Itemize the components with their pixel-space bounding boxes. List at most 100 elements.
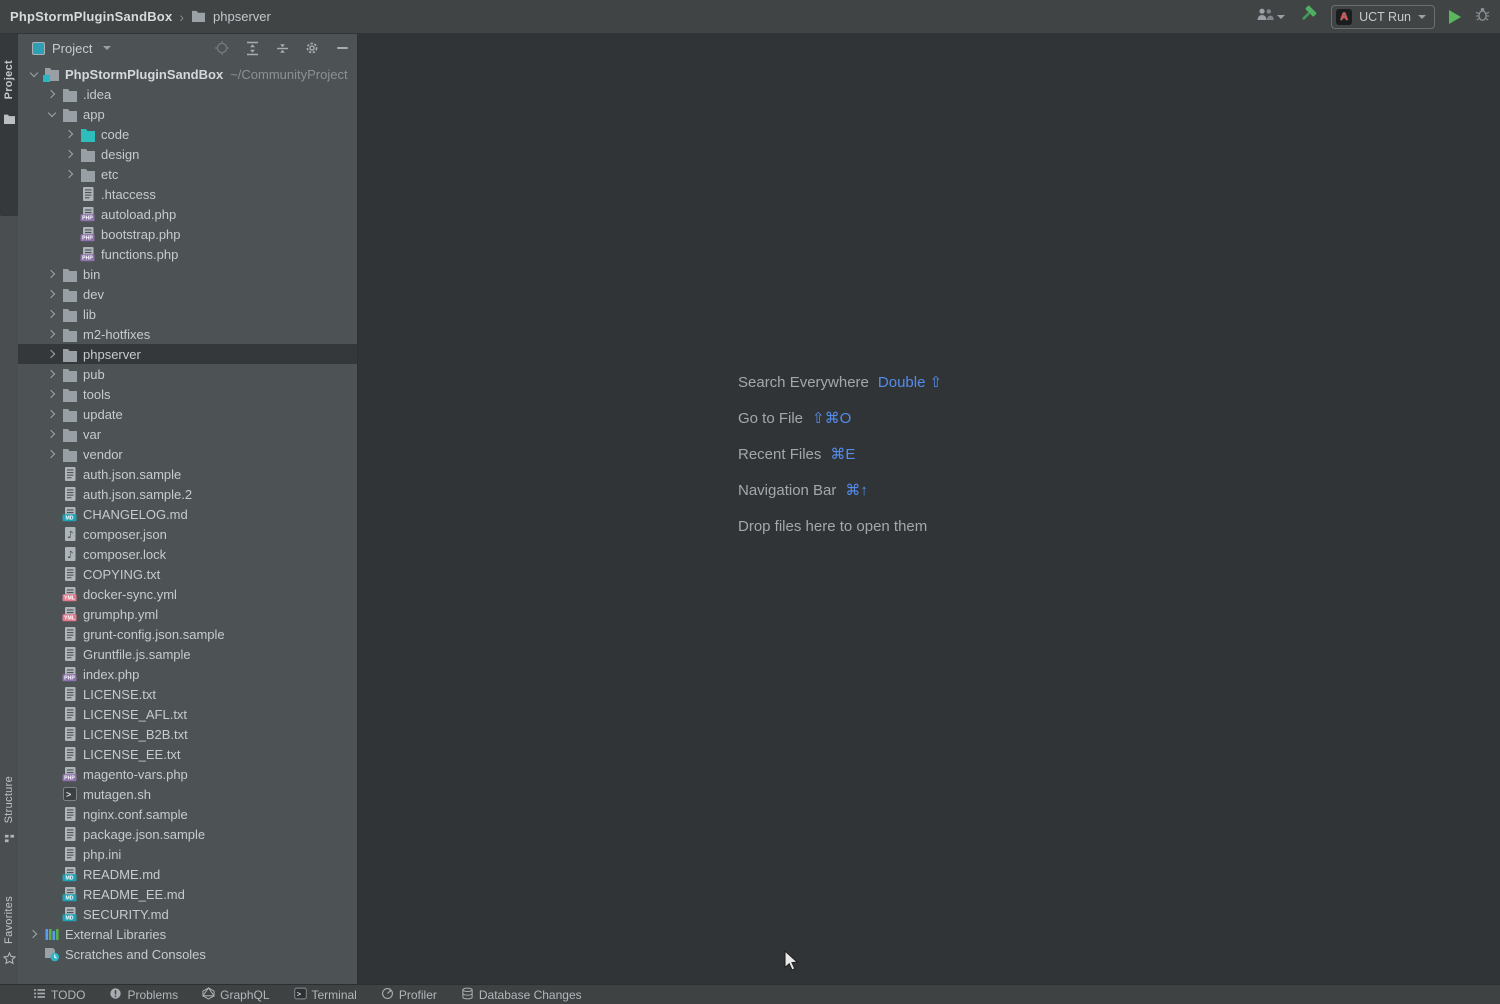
tree-item-phpserver[interactable]: phpserver <box>18 344 357 364</box>
status-bar: TODO Problems GraphQL >Terminal Profiler Data… <box>0 984 1500 1004</box>
folder-icon <box>191 9 206 25</box>
statusbar-item-todo[interactable]: TODO <box>33 985 85 1004</box>
hide-panel-button[interactable] <box>333 39 351 57</box>
build-button[interactable] <box>1299 5 1317 28</box>
statusbar-item-label: GraphQL <box>220 988 269 1002</box>
tree-item-var[interactable]: var <box>18 424 357 444</box>
tree-item-auth-json-sample-2[interactable]: auth.json.sample.2 <box>18 484 357 504</box>
tree-chevron-icon[interactable] <box>43 391 61 397</box>
structure-tab-label: Structure <box>3 776 15 823</box>
tree-item-scratches-and-consoles[interactable]: Scratches and Consoles <box>18 944 357 964</box>
tree-item-auth-json-sample[interactable]: auth.json.sample <box>18 464 357 484</box>
tree-item-phpstormpluginsandbox[interactable]: PhpStormPluginSandBox~/CommunityProject <box>18 64 357 84</box>
statusbar-item-terminal[interactable]: >Terminal <box>294 985 357 1004</box>
tree-chevron-icon[interactable] <box>61 131 79 137</box>
tree-item-design[interactable]: design <box>18 144 357 164</box>
tree-item-tools[interactable]: tools <box>18 384 357 404</box>
tree-chevron-icon[interactable] <box>43 291 61 297</box>
settings-gear-icon[interactable] <box>303 39 321 57</box>
breadcrumb-project-name[interactable]: PhpStormPluginSandBox <box>10 9 172 24</box>
tree-item-autoload-php[interactable]: PHPautoload.php <box>18 204 357 224</box>
tree-chevron-icon[interactable] <box>43 371 61 377</box>
tree-chevron-icon[interactable] <box>61 151 79 157</box>
run-button[interactable] <box>1449 10 1461 24</box>
tree-item-composer-lock[interactable]: ♪composer.lock <box>18 544 357 564</box>
tree-item-license-ee-txt[interactable]: LICENSE_EE.txt <box>18 744 357 764</box>
tree-item-dev[interactable]: dev <box>18 284 357 304</box>
tree-chevron-icon[interactable] <box>25 72 43 76</box>
svg-text:MD: MD <box>65 896 73 902</box>
file-composer-icon: ♪ <box>61 526 78 542</box>
editor-area[interactable]: Search EverywhereDouble ⇧Go to File⇧⌘ORe… <box>358 34 1500 984</box>
tool-window-tab-favorites[interactable]: Favorites <box>0 896 18 970</box>
statusbar-item-database-changes[interactable]: Database Changes <box>461 985 582 1004</box>
tree-item-security-md[interactable]: MDSECURITY.md <box>18 904 357 924</box>
tool-window-tab-project[interactable]: Project <box>0 34 18 216</box>
tree-item-app[interactable]: app <box>18 104 357 124</box>
tree-item-etc[interactable]: etc <box>18 164 357 184</box>
tree-item-changelog-md[interactable]: MDCHANGELOG.md <box>18 504 357 524</box>
code-with-me-button[interactable] <box>1256 7 1285 27</box>
project-view-selector[interactable]: Project <box>52 41 92 56</box>
tree-item-license-txt[interactable]: LICENSE.txt <box>18 684 357 704</box>
tree-chevron-icon[interactable] <box>43 311 61 317</box>
statusbar-item-graphql[interactable]: GraphQL <box>202 985 269 1004</box>
tree-item-label: magento-vars.php <box>83 767 188 782</box>
tree-item-external-libraries[interactable]: External Libraries <box>18 924 357 944</box>
tree-item-update[interactable]: update <box>18 404 357 424</box>
tree-item-license-b2b-txt[interactable]: LICENSE_B2B.txt <box>18 724 357 744</box>
tree-item-index-php[interactable]: PHPindex.php <box>18 664 357 684</box>
tree-chevron-icon[interactable] <box>43 331 61 337</box>
tree-item-license-afl-txt[interactable]: LICENSE_AFL.txt <box>18 704 357 724</box>
chevron-down-icon[interactable] <box>103 46 111 50</box>
run-configuration-select[interactable]: A UCT Run <box>1331 5 1435 29</box>
tree-item-pub[interactable]: pub <box>18 364 357 384</box>
tree-item-nginx-conf-sample[interactable]: nginx.conf.sample <box>18 804 357 824</box>
tree-item-label: etc <box>101 167 118 182</box>
tool-window-tab-structure[interactable]: Structure <box>0 776 18 849</box>
tree-item-label: SECURITY.md <box>83 907 169 922</box>
tree-item--htaccess[interactable]: .htaccess <box>18 184 357 204</box>
statusbar-items: TODO Problems GraphQL >Terminal Profiler Data… <box>33 985 582 1004</box>
tree-item-readme-ee-md[interactable]: MDREADME_EE.md <box>18 884 357 904</box>
tree-item-vendor[interactable]: vendor <box>18 444 357 464</box>
tree-item-composer-json[interactable]: ♪composer.json <box>18 524 357 544</box>
locate-file-button[interactable] <box>213 39 231 57</box>
tree-chevron-icon[interactable] <box>43 451 61 457</box>
tree-chevron-icon[interactable] <box>43 112 61 116</box>
tree-item-readme-md[interactable]: MDREADME.md <box>18 864 357 884</box>
tree-item-php-ini[interactable]: php.ini <box>18 844 357 864</box>
tree-item-lib[interactable]: lib <box>18 304 357 324</box>
profiler-icon <box>381 987 394 1003</box>
tree-item-label: functions.php <box>101 247 178 262</box>
tree-item-code[interactable]: code <box>18 124 357 144</box>
expand-all-button[interactable] <box>243 39 261 57</box>
tree-item-bootstrap-php[interactable]: PHPbootstrap.php <box>18 224 357 244</box>
tree-chevron-icon[interactable] <box>43 271 61 277</box>
debug-bug-icon[interactable] <box>1475 6 1490 27</box>
tree-chevron-icon[interactable] <box>43 431 61 437</box>
tree-item-label: docker-sync.yml <box>83 587 177 602</box>
tree-chevron-icon[interactable] <box>43 91 61 97</box>
statusbar-item-problems[interactable]: Problems <box>109 985 178 1004</box>
tree-item-grunt-config-json-sample[interactable]: grunt-config.json.sample <box>18 624 357 644</box>
tree-item-docker-sync-yml[interactable]: YMLdocker-sync.yml <box>18 584 357 604</box>
tree-item-copying-txt[interactable]: COPYING.txt <box>18 564 357 584</box>
tree-item-m2-hotfixes[interactable]: m2-hotfixes <box>18 324 357 344</box>
tree-chevron-icon[interactable] <box>61 171 79 177</box>
statusbar-item-profiler[interactable]: Profiler <box>381 985 437 1004</box>
tree-item-functions-php[interactable]: PHPfunctions.php <box>18 244 357 264</box>
tree-item-package-json-sample[interactable]: package.json.sample <box>18 824 357 844</box>
breadcrumb-current-folder[interactable]: phpserver <box>213 9 271 24</box>
tree-item--idea[interactable]: .idea <box>18 84 357 104</box>
tree-item-mutagen-sh[interactable]: >mutagen.sh <box>18 784 357 804</box>
tree-chevron-icon[interactable] <box>43 351 61 357</box>
collapse-all-button[interactable] <box>273 39 291 57</box>
tree-chevron-icon[interactable] <box>25 931 43 937</box>
tree-chevron-icon[interactable] <box>43 411 61 417</box>
tree-item-magento-vars-php[interactable]: PHPmagento-vars.php <box>18 764 357 784</box>
tree-item-gruntfile-js-sample[interactable]: Gruntfile.js.sample <box>18 644 357 664</box>
tree-item-label: php.ini <box>83 847 121 862</box>
tree-item-bin[interactable]: bin <box>18 264 357 284</box>
tree-item-grumphp-yml[interactable]: YMLgrumphp.yml <box>18 604 357 624</box>
